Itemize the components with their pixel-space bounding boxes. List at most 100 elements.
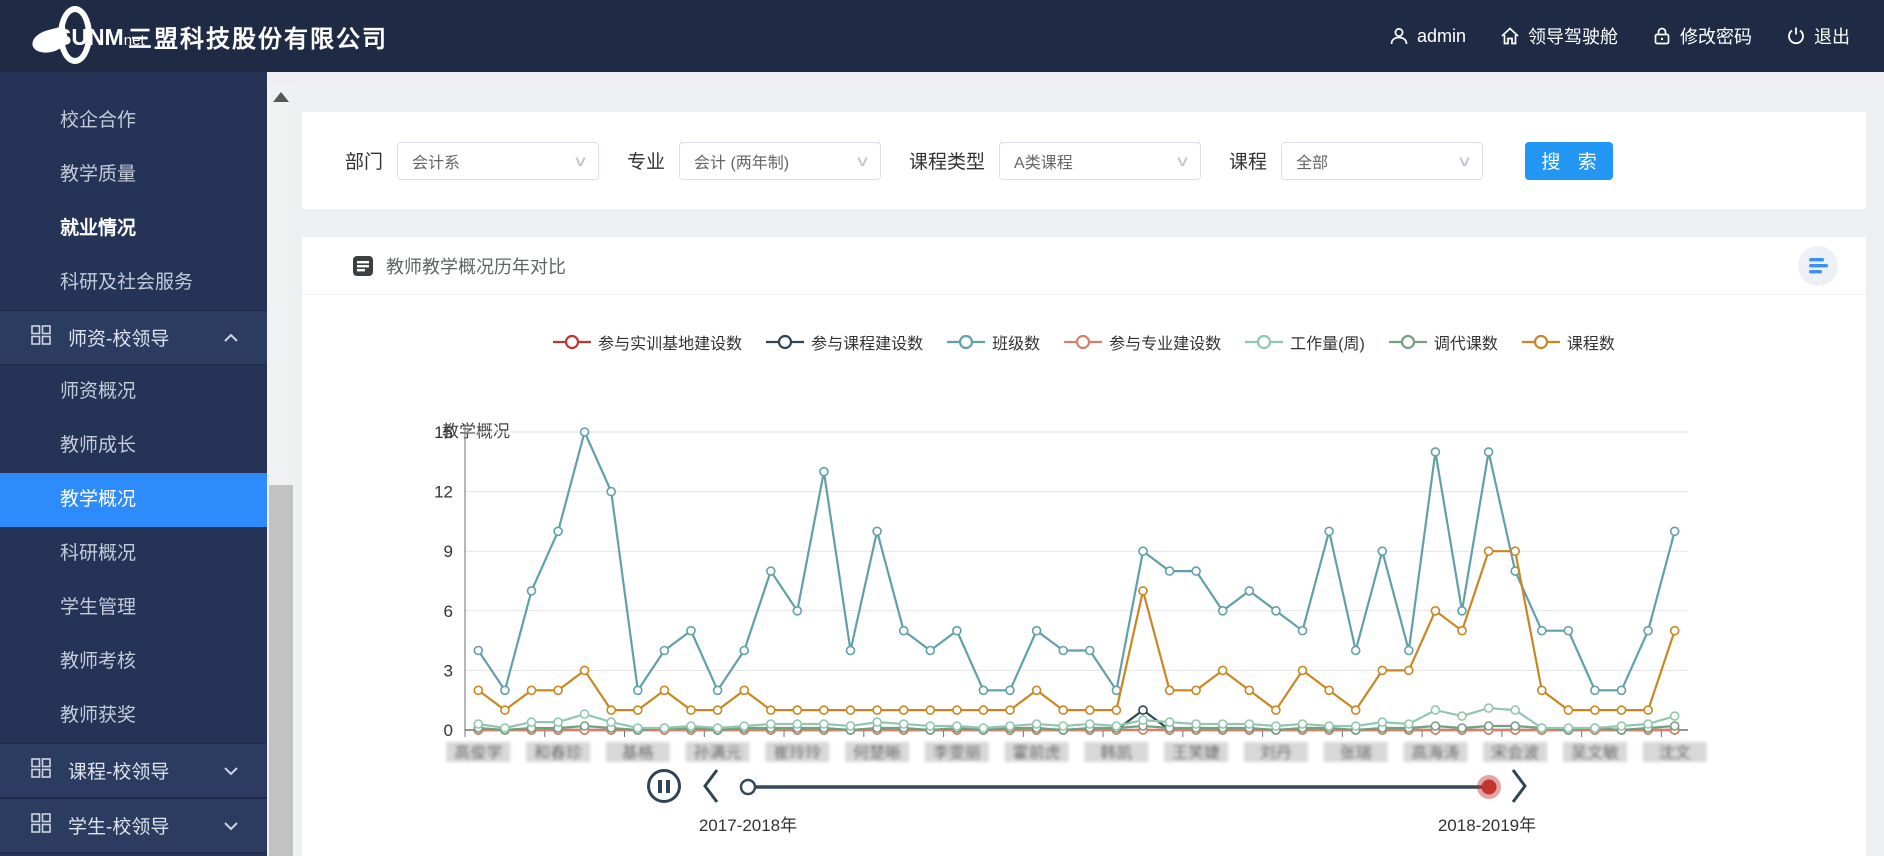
grid-icon xyxy=(30,812,52,840)
prev-arrow-icon[interactable] xyxy=(700,767,722,805)
sidebar-item-校企合作[interactable]: 校企合作 xyxy=(0,94,267,148)
legend-marker xyxy=(1521,334,1560,350)
legend-marker xyxy=(1245,334,1284,350)
timeline-end-label[interactable]: 2018-2019年 xyxy=(1407,811,1567,836)
nav-action-退出[interactable]: 退出 xyxy=(1786,23,1850,49)
select-专业[interactable]: 会计 (两年制) ∨ xyxy=(679,141,882,180)
filter-label-课程: 课程 xyxy=(1229,152,1268,173)
legend-item-班级数[interactable]: 班级数 xyxy=(947,330,1040,354)
svg-text:和春珍: 和春珍 xyxy=(534,744,582,762)
legend-item-参与专业建设数[interactable]: 参与专业建设数 xyxy=(1064,330,1221,354)
chart-card-header: 教师教学概况历年对比 xyxy=(302,237,1866,295)
sidebar-item-就业情况[interactable]: 就业情况 xyxy=(0,202,267,256)
timeline-track[interactable] xyxy=(732,771,1522,803)
sidebar-item-师资-校领导[interactable]: 师资-校领导 xyxy=(0,310,267,365)
svg-text:何楚晰: 何楚晰 xyxy=(853,744,901,762)
legend-item-课程数[interactable]: 课程数 xyxy=(1521,330,1615,354)
chart-toolbox-button[interactable] xyxy=(1798,245,1838,286)
company-name: 三盟科技股份有限公司 xyxy=(128,25,388,53)
chevron-up-icon xyxy=(223,327,239,349)
svg-text:霍前虎: 霍前虎 xyxy=(1013,744,1061,762)
line-chart: 教学概况 0 3 6 9 12 15 高俊学 和春珍 基格 孙满元 崔玲玲 何楚晰 李雯丽 霍前虎 韩凯 王笑婕… xyxy=(302,397,1866,772)
filter-label-部门: 部门 xyxy=(345,152,384,173)
timeline-start-point xyxy=(739,778,757,796)
legend-item-工作量(周)[interactable]: 工作量(周) xyxy=(1245,330,1365,354)
toolbox-menu-icon xyxy=(1809,257,1828,273)
chevron-down-icon xyxy=(223,760,239,782)
document-lines-icon xyxy=(353,255,373,276)
svg-text:王笑婕: 王笑婕 xyxy=(1172,744,1220,762)
nav-action-领导驾驶舱[interactable]: 领导驾驶舱 xyxy=(1500,23,1618,49)
select-部门[interactable]: 会计系 ∨ xyxy=(397,141,600,180)
svg-text:崔玲玲: 崔玲玲 xyxy=(773,744,821,762)
brand: SUNMnet 三盟科技股份有限公司 xyxy=(29,6,388,64)
top-navbar: SUNMnet 三盟科技股份有限公司 admin 领导驾驶舱 修改密码 退出 xyxy=(0,0,1884,72)
select-课程类型[interactable]: A类课程 ∨ xyxy=(999,141,1202,180)
svg-text:基格: 基格 xyxy=(622,744,654,762)
svg-text:刘丹: 刘丹 xyxy=(1260,744,1292,762)
sidebar-item-教学概况[interactable]: 教学概况 xyxy=(0,473,267,527)
sidebar-scrollbar[interactable] xyxy=(267,84,295,856)
sidebar-item-课程-校领导[interactable]: 课程-校领导 xyxy=(0,743,267,798)
sidebar-item-学生管理[interactable]: 学生管理 xyxy=(0,581,267,635)
power-icon xyxy=(1786,26,1806,46)
select-arrow-icon: ∨ xyxy=(1456,152,1473,170)
timeline-current-point xyxy=(1481,779,1497,795)
legend-item-参与实训基地建设数[interactable]: 参与实训基地建设数 xyxy=(553,330,742,354)
next-arrow-icon[interactable] xyxy=(1508,767,1530,805)
svg-text:张瑞: 张瑞 xyxy=(1340,744,1372,762)
legend-marker xyxy=(766,334,805,350)
sidebar-item-教师成长[interactable]: 教师成长 xyxy=(0,419,267,473)
panel-title: 教师教学概况历年对比 xyxy=(386,256,566,277)
scroll-up-icon[interactable] xyxy=(273,92,289,102)
sidebar-item-科研概况[interactable]: 科研概况 xyxy=(0,527,267,581)
select-arrow-icon: ∨ xyxy=(854,152,871,170)
scrollbar-thumb[interactable] xyxy=(269,485,293,856)
user-icon xyxy=(1389,26,1409,46)
legend-marker xyxy=(947,334,986,350)
pause-button[interactable] xyxy=(647,769,681,803)
pause-icon xyxy=(658,779,662,793)
navbar-actions: admin 领导驾驶舱 修改密码 退出 xyxy=(1389,23,1850,49)
grid-icon xyxy=(30,757,52,785)
svg-text:6: 6 xyxy=(444,602,453,621)
sidebar-item-教师考核[interactable]: 教师考核 xyxy=(0,635,267,689)
legend-item-参与课程建设数[interactable]: 参与课程建设数 xyxy=(766,330,923,354)
filter-panel: 部门 会计系 ∨ 专业 会计 (两年制) ∨ 课程类型 A类课程 ∨ 课程 全部 ∨ 搜 索 xyxy=(302,112,1866,209)
svg-text:高俊学: 高俊学 xyxy=(454,744,502,762)
svg-text:9: 9 xyxy=(444,542,453,561)
legend-item-调代课数[interactable]: 调代课数 xyxy=(1388,330,1498,354)
search-button[interactable]: 搜 索 xyxy=(1525,141,1614,180)
svg-text:0: 0 xyxy=(444,721,453,740)
home-icon xyxy=(1500,26,1520,46)
svg-text:3: 3 xyxy=(444,661,453,680)
svg-text:韩凯: 韩凯 xyxy=(1100,744,1132,762)
lock-icon xyxy=(1652,26,1672,46)
chart-card: 教师教学概况历年对比 参与实训基地建设数 参与课程建设数 班级数 参与专业建设数 工作量… xyxy=(302,237,1866,856)
filter-label-专业: 专业 xyxy=(627,152,666,173)
legend-marker xyxy=(1388,334,1427,350)
sunmnet-logo: SUNMnet xyxy=(29,6,145,64)
grid-icon xyxy=(30,324,52,352)
sidebar-item-教师获奖[interactable]: 教师获奖 xyxy=(0,689,267,743)
sidebar-item-学生-校领导[interactable]: 学生-校领导 xyxy=(0,798,267,853)
sidebar-item-师资概况[interactable]: 师资概况 xyxy=(0,365,267,419)
chart-legend: 参与实训基地建设数 参与课程建设数 班级数 参与专业建设数 工作量(周) 调代课数 课程数 xyxy=(302,330,1866,354)
filter-label-课程类型: 课程类型 xyxy=(909,152,986,173)
svg-text:12: 12 xyxy=(434,483,453,502)
timeline-start-label[interactable]: 2017-2018年 xyxy=(668,811,828,836)
select-arrow-icon: ∨ xyxy=(572,152,589,170)
sidebar-item-科研及社会服务[interactable]: 科研及社会服务 xyxy=(0,256,267,310)
legend-marker xyxy=(1064,334,1103,350)
legend-marker xyxy=(553,334,592,350)
svg-text:沈文: 沈文 xyxy=(1659,744,1691,762)
svg-text:15: 15 xyxy=(434,423,453,442)
nav-action-admin[interactable]: admin xyxy=(1389,26,1466,47)
sidebar-item-教学质量[interactable]: 教学质量 xyxy=(0,148,267,202)
select-arrow-icon: ∨ xyxy=(1174,152,1191,170)
select-课程[interactable]: 全部 ∨ xyxy=(1281,141,1484,180)
svg-text:李雯丽: 李雯丽 xyxy=(933,744,981,762)
chevron-down-icon xyxy=(223,815,239,837)
nav-action-修改密码[interactable]: 修改密码 xyxy=(1652,23,1752,49)
timeline: 2017-2018年 2018-2019年 xyxy=(302,765,1866,850)
